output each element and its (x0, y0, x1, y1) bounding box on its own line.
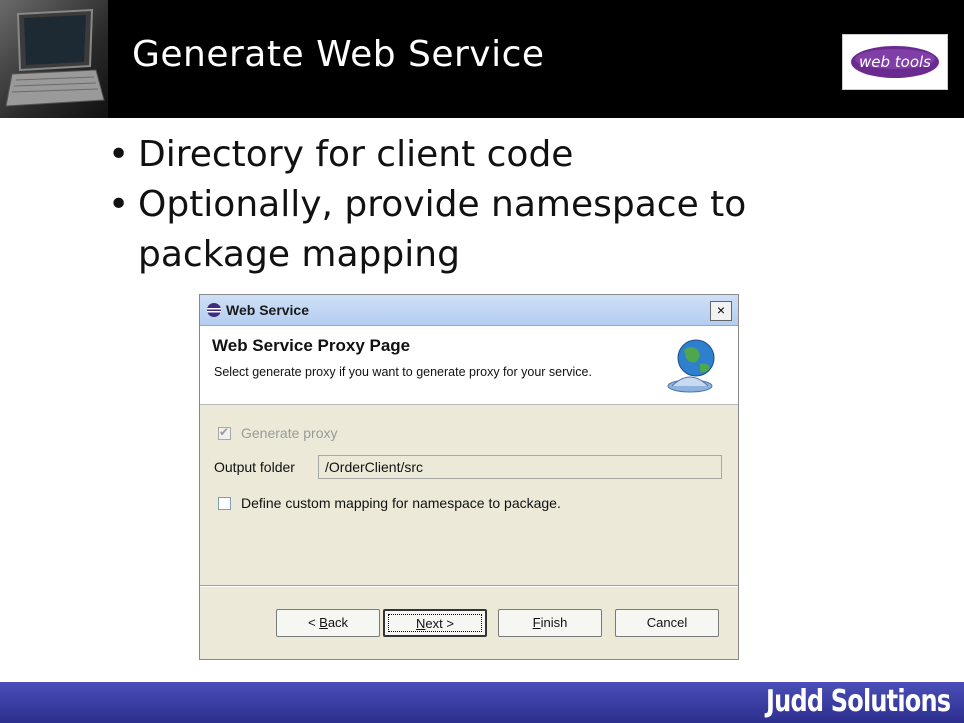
back-button-prefix: < (307, 615, 320, 630)
generate-proxy-row[interactable]: ✔ Generate proxy (218, 425, 338, 441)
custom-mapping-checkbox[interactable] (218, 496, 231, 510)
check-mark-icon: ✔ (219, 424, 230, 439)
button-separator (200, 585, 738, 587)
focus-ring (388, 614, 482, 632)
slide-title: Generate Web Service (132, 34, 545, 75)
finish-button[interactable]: Finish (498, 609, 602, 637)
bullet-dot: • (108, 134, 130, 175)
bullet-dot: • (108, 184, 130, 225)
wizard-description: Select generate proxy if you want to gen… (214, 365, 592, 379)
bullet-text-continued: package mapping (138, 234, 460, 275)
slide-header: Generate Web Service web tools (0, 0, 964, 118)
web-service-globe-icon (662, 334, 724, 400)
wizard-banner: Web Service Proxy Page Select generate p… (200, 326, 738, 405)
cancel-button[interactable]: Cancel (615, 609, 719, 637)
dialog-titlebar[interactable]: Web Service × (200, 295, 738, 326)
bullet-item: • Directory for client code (104, 130, 746, 180)
custom-mapping-label: Define custom mapping for namespace to p… (241, 495, 561, 511)
wizard-page-title: Web Service Proxy Page (212, 336, 411, 355)
cancel-button-label: Cancel (646, 615, 688, 630)
close-icon: × (716, 302, 726, 318)
back-button-label: ack (327, 615, 349, 630)
finish-button-mnemonic: F (532, 615, 541, 630)
bullet-item: • Optionally, provide namespace to packa… (104, 180, 746, 280)
bullet-list: • Directory for client code • Optionally… (104, 130, 746, 280)
bullet-text: Optionally, provide namespace to (138, 184, 747, 225)
eclipse-icon (206, 302, 222, 322)
svg-text:web tools: web tools (859, 53, 931, 71)
output-folder-label: Output folder (214, 459, 295, 475)
back-button-mnemonic: B (319, 615, 328, 630)
dialog-title: Web Service (226, 302, 310, 318)
brand-logo: Judd Solutions (765, 684, 951, 719)
custom-mapping-row[interactable]: Define custom mapping for namespace to p… (218, 495, 561, 511)
back-button[interactable]: < Back (276, 609, 380, 637)
web-tools-logo: web tools (842, 34, 948, 90)
next-button[interactable]: Next > (383, 609, 487, 637)
finish-button-label: inish (540, 615, 568, 630)
web-service-dialog: Web Service × Web Service Proxy Page Sel… (199, 294, 739, 660)
bullet-text: Directory for client code (138, 134, 574, 175)
slide-footer: Judd Solutions (0, 682, 964, 723)
generate-proxy-checkbox[interactable]: ✔ (218, 424, 231, 440)
laptop-icon (0, 0, 108, 118)
close-button[interactable]: × (710, 301, 732, 321)
output-folder-field[interactable]: /OrderClient/src (318, 455, 722, 479)
wizard-body: ✔ Generate proxy Output folder /OrderCli… (200, 405, 738, 585)
generate-proxy-label: Generate proxy (241, 425, 338, 441)
